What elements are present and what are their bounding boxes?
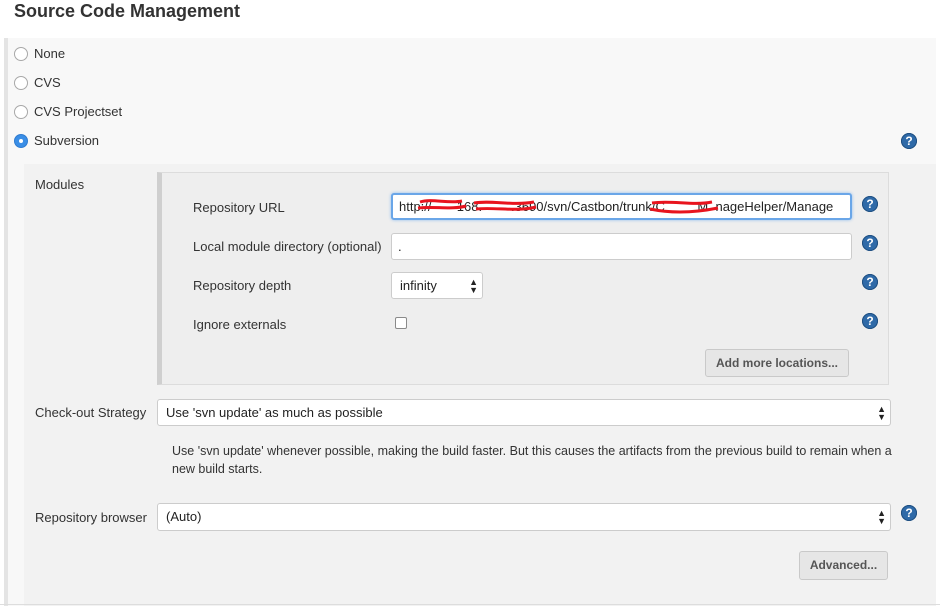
local-dir-help-icon[interactable]: ? [862, 235, 878, 251]
repository-url-label: Repository URL [193, 200, 285, 215]
local-dir-input[interactable]: . [391, 233, 852, 260]
radio-none[interactable]: None [14, 46, 65, 61]
repository-browser-select[interactable]: (Auto) ▲ ▼ [157, 503, 891, 531]
depth-label: Repository depth [193, 278, 292, 293]
radio-cvs-projectset[interactable]: CVS Projectset [14, 104, 122, 119]
select-arrows-icon: ▲ ▼ [877, 404, 886, 422]
radio-button[interactable] [14, 75, 28, 90]
checkout-strategy-value: Use 'svn update' as much as possible [166, 405, 383, 420]
checkout-strategy-description: Use 'svn update' whenever possible, maki… [172, 444, 892, 476]
radio-button[interactable] [14, 46, 28, 61]
repository-browser-label: Repository browser [35, 510, 147, 525]
section-divider [0, 604, 940, 605]
radio-subversion[interactable]: Subversion [14, 133, 99, 148]
depth-help-icon[interactable]: ? [862, 274, 878, 290]
repository-browser-help-icon[interactable]: ? [901, 505, 917, 521]
radio-label: Subversion [34, 133, 100, 148]
radio-button[interactable] [14, 104, 28, 119]
redaction-marks [417, 199, 719, 214]
repository-url-help-icon[interactable]: ? [862, 196, 878, 212]
ignore-externals-help-icon[interactable]: ? [862, 313, 878, 329]
radio-label: CVS [34, 75, 61, 90]
repository-browser-value: (Auto) [166, 509, 202, 524]
section-title: Source Code Management [14, 1, 241, 21]
select-arrows-icon: ▲ ▼ [469, 277, 478, 295]
subversion-help-icon[interactable]: ? [901, 133, 917, 149]
radio-button[interactable] [14, 133, 28, 148]
select-arrows-icon: ▲ ▼ [877, 508, 886, 526]
ignore-externals-checkbox[interactable] [395, 317, 407, 329]
local-dir-label: Local module directory (optional) [193, 239, 382, 254]
radio-label: CVS Projectset [34, 104, 123, 119]
add-more-locations-button[interactable]: Add more locations... [705, 349, 849, 377]
depth-value: infinity [400, 278, 437, 293]
checkout-strategy-select[interactable]: Use 'svn update' as much as possible ▲ ▼ [157, 399, 891, 426]
ignore-externals-label: Ignore externals [193, 317, 287, 332]
checkout-strategy-label: Check-out Strategy [35, 405, 147, 420]
radio-label: None [34, 46, 66, 61]
modules-label: Modules [35, 177, 85, 192]
advanced-button[interactable]: Advanced... [799, 551, 888, 580]
depth-select[interactable]: infinity ▲ ▼ [391, 272, 483, 299]
radio-cvs[interactable]: CVS [14, 75, 61, 90]
